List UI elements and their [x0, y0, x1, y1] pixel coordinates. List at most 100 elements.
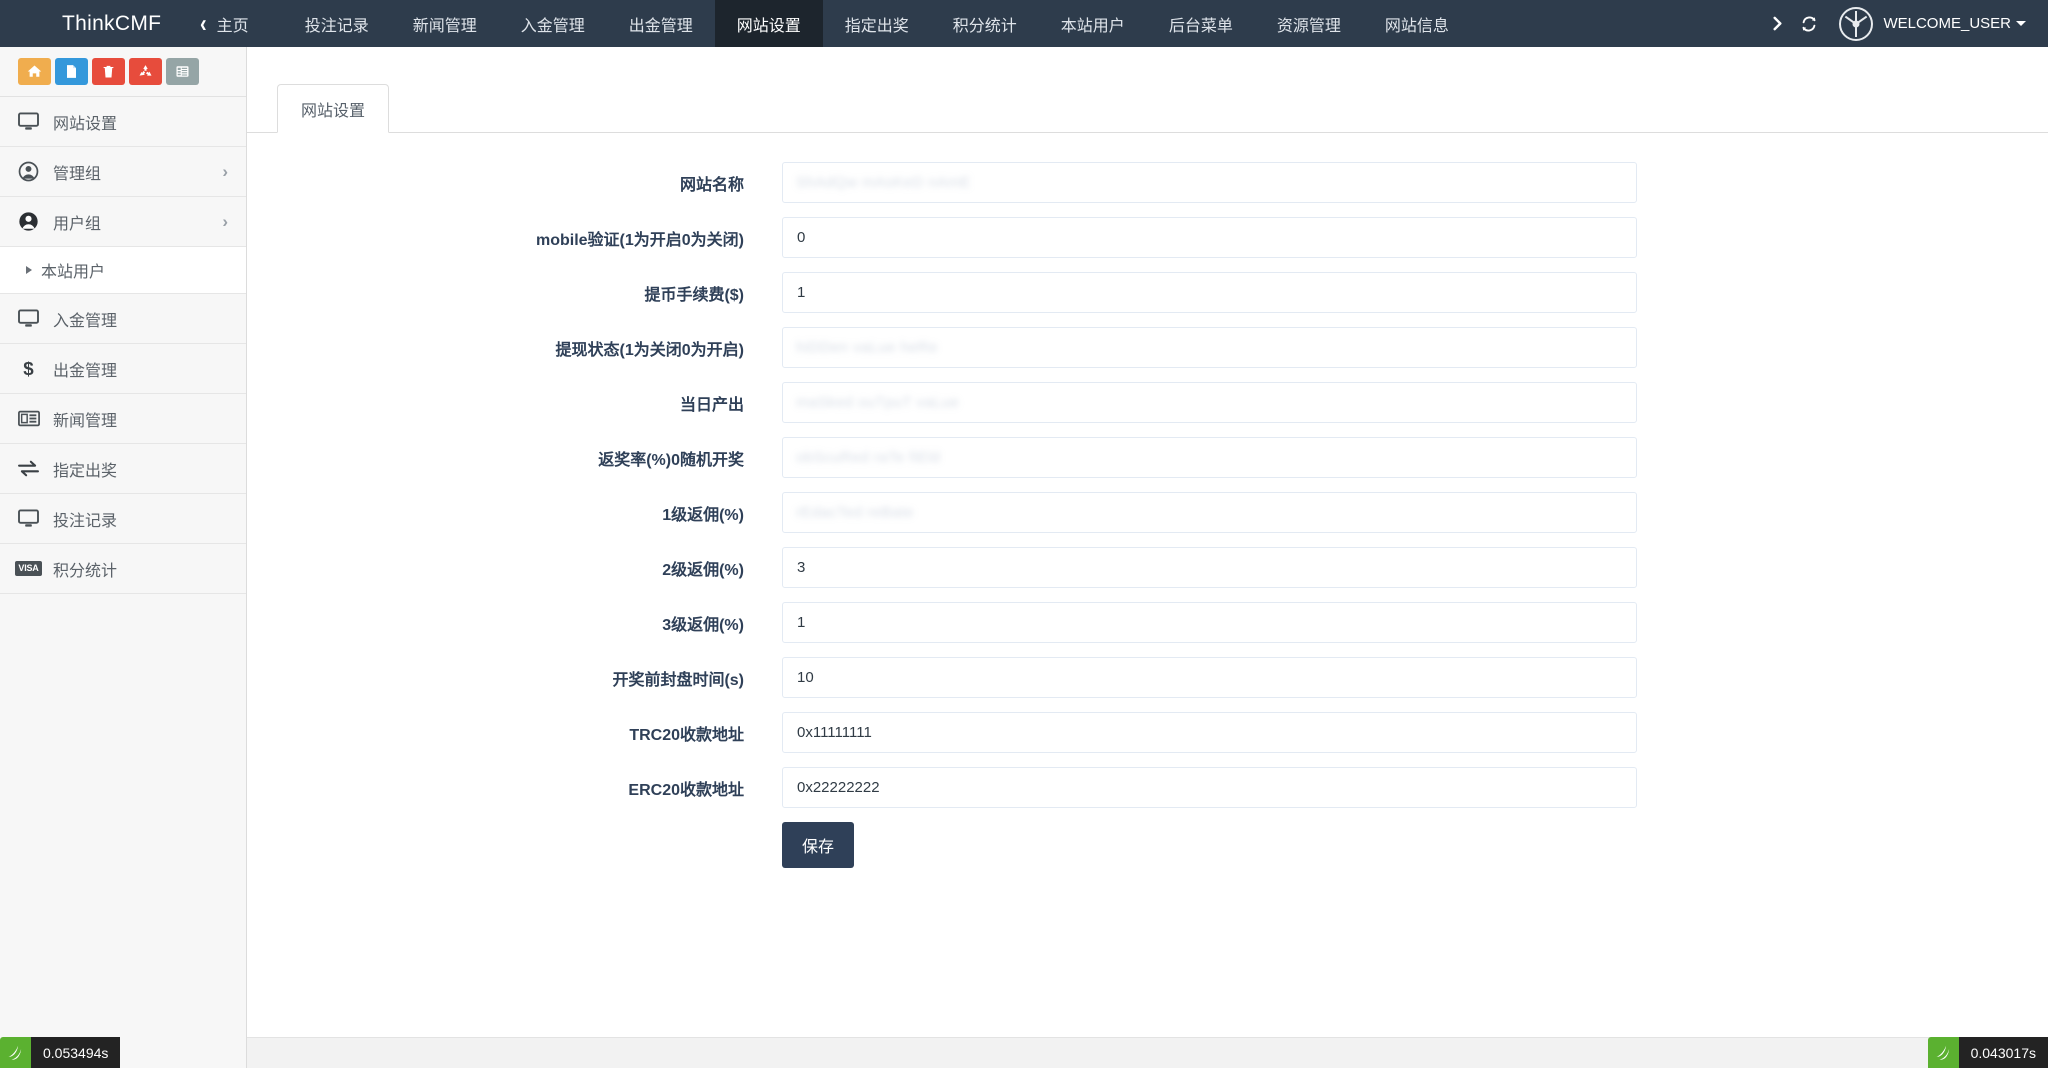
- file-icon-button[interactable]: [55, 58, 88, 85]
- user-menu-label[interactable]: WELCOME_USER: [1883, 15, 2011, 32]
- dollar-icon: $: [17, 358, 40, 379]
- redacted-value-overlay: hiDDen vaLue heRe: [796, 327, 938, 368]
- redacted-value-overlay: obScuRed raTe fiEld: [796, 437, 940, 478]
- recycle-icon-button[interactable]: [129, 58, 162, 85]
- sidebar-subitem-label: 本站用户: [41, 258, 105, 282]
- form-row: ERC20收款地址: [247, 767, 2048, 808]
- form-field-label: TRC20收款地址: [247, 721, 782, 745]
- chevron-right-icon: ›: [222, 163, 228, 180]
- form-field-label: 返奖率(%)0随机开奖: [247, 446, 782, 470]
- nav-item-10[interactable]: 后台菜单: [1147, 0, 1255, 47]
- file-icon: [64, 64, 79, 79]
- sidebar-item-1[interactable]: 网站设置: [0, 97, 246, 147]
- form-field-wrapper: maSked ouTpuT vaLue: [782, 382, 1637, 423]
- form-field-label: 3级返佣(%): [247, 611, 782, 635]
- list-icon: [175, 64, 190, 79]
- form-field-input[interactable]: [782, 217, 1637, 258]
- nav-item-4[interactable]: 入金管理: [499, 0, 607, 47]
- tab-site-settings[interactable]: 网站设置: [277, 84, 389, 133]
- tab-strip: 网站设置: [247, 47, 2048, 133]
- nav-item-12[interactable]: 网站信息: [1363, 0, 1471, 47]
- nav-item-8[interactable]: 积分统计: [931, 0, 1039, 47]
- nav-item-9[interactable]: 本站用户: [1039, 0, 1147, 47]
- refresh-icon[interactable]: [1793, 0, 1825, 47]
- form-row: 开奖前封盘时间(s): [247, 657, 2048, 698]
- exchange-arrows-icon: [17, 460, 40, 477]
- sidebar-item-9[interactable]: 投注记录: [0, 494, 246, 544]
- form-row: TRC20收款地址: [247, 712, 2048, 753]
- form-field-input[interactable]: [782, 657, 1637, 698]
- chevron-right-icon[interactable]: [1761, 0, 1793, 47]
- form-field-label: ERC20收款地址: [247, 776, 782, 800]
- sidebar-item-7[interactable]: 新闻管理: [0, 394, 246, 444]
- thinkphp-logo-icon: [0, 1037, 31, 1068]
- sidebar-item-3[interactable]: 用户组›: [0, 197, 246, 247]
- form-row: 3级返佣(%): [247, 602, 2048, 643]
- form-field-label: 2级返佣(%): [247, 556, 782, 580]
- form-field-wrapper: obScuRed raTe fiEld: [782, 437, 1637, 478]
- sidebar-item-label: 指定出奖: [53, 457, 228, 481]
- form-field-wrapper: [782, 767, 1637, 808]
- form-field-label: 网站名称: [247, 171, 782, 195]
- form-field-input[interactable]: [782, 547, 1637, 588]
- form-field-label: 当日产出: [247, 391, 782, 415]
- sidebar-item-2[interactable]: 管理组 ›: [0, 147, 246, 197]
- nav-right-group: WELCOME_USER: [1761, 0, 2048, 47]
- nav-item-7[interactable]: 指定出奖: [823, 0, 931, 47]
- nav-item-11[interactable]: 资源管理: [1255, 0, 1363, 47]
- sidebar-item-label: 新闻管理: [53, 407, 228, 431]
- form-field-wrapper: [782, 602, 1637, 643]
- form-field-input[interactable]: [782, 272, 1637, 313]
- nav-item-label: 网站信息: [1385, 12, 1449, 36]
- home-icon: [27, 64, 42, 79]
- form-field-wrapper: [782, 712, 1637, 753]
- form-field-label: mobile验证(1为开启0为关闭): [247, 226, 782, 250]
- caret-right-icon: [26, 266, 32, 274]
- sidebar-subitem-4[interactable]: 本站用户: [0, 247, 246, 294]
- form-field-wrapper: hiDDen vaLue heRe: [782, 327, 1637, 368]
- nav-item-label: 出金管理: [629, 12, 693, 36]
- sidebar-item-8[interactable]: 指定出奖: [0, 444, 246, 494]
- sidebar-item-label: 入金管理: [53, 307, 228, 331]
- sidebar-item-10[interactable]: VISA积分统计: [0, 544, 246, 594]
- sidebar-item-5[interactable]: 入金管理: [0, 294, 246, 344]
- nav-item-2[interactable]: 投注记录: [283, 0, 391, 47]
- nav-item-label: 本站用户: [1061, 12, 1125, 36]
- nav-item-6[interactable]: 网站设置: [715, 0, 823, 47]
- form-row: 网站名称 ShAdQw mAsKeD nAmE: [247, 162, 2048, 203]
- sidebar-item-label: 管理组: [53, 160, 209, 184]
- chevron-left-icon[interactable]: ‹: [200, 11, 207, 36]
- monitor-icon: [17, 112, 40, 131]
- form-field-input[interactable]: [782, 712, 1637, 753]
- form-field-wrapper: [782, 657, 1637, 698]
- form-field-wrapper: [782, 547, 1637, 588]
- sidebar-item-6[interactable]: $出金管理: [0, 344, 246, 394]
- form-field-wrapper: ShAdQw mAsKeD nAmE: [782, 162, 1637, 203]
- home-icon-button[interactable]: [18, 58, 51, 85]
- form-field-input[interactable]: [782, 767, 1637, 808]
- monitor-icon: [17, 509, 40, 528]
- form-row: 返奖率(%)0随机开奖 obScuRed raTe fiEld: [247, 437, 2048, 478]
- save-button[interactable]: 保存: [782, 822, 854, 868]
- nav-item-1[interactable]: ‹主页: [190, 0, 283, 47]
- avatar[interactable]: [1839, 7, 1873, 41]
- trash-icon-button[interactable]: [92, 58, 125, 85]
- page-render-time-right: 0.043017s: [1959, 1037, 2048, 1068]
- thinkphp-debug-badge-right: 0.043017s: [1928, 1037, 2048, 1068]
- nav-item-3[interactable]: 新闻管理: [391, 0, 499, 47]
- sidebar-item-label: 投注记录: [53, 507, 228, 531]
- sidebar-item-label: 用户组: [53, 210, 209, 234]
- form-field-input[interactable]: [782, 602, 1637, 643]
- user-solid-icon: [17, 211, 40, 232]
- nav-item-5[interactable]: 出金管理: [607, 0, 715, 47]
- nav-item-label: 后台菜单: [1169, 12, 1233, 36]
- caret-down-icon[interactable]: [2016, 21, 2026, 26]
- page-body: 网站设置管理组 › 用户组› 本站用户入金管理 $出金管理新闻管理指定出奖投注记录 VIS…: [0, 47, 2048, 1068]
- nav-item-label: 网站设置: [737, 12, 801, 36]
- brand-logo[interactable]: ThinkCMF: [0, 0, 190, 47]
- redacted-value-overlay: ShAdQw mAsKeD nAmE: [796, 162, 971, 203]
- list-icon-button[interactable]: [166, 58, 199, 85]
- page-render-time-left: 0.053494s: [31, 1037, 120, 1068]
- visa-badge-label: VISA: [15, 561, 41, 576]
- site-settings-form: 网站名称 ShAdQw mAsKeD nAmE mobile验证(1为开启0为关闭)…: [247, 133, 2048, 868]
